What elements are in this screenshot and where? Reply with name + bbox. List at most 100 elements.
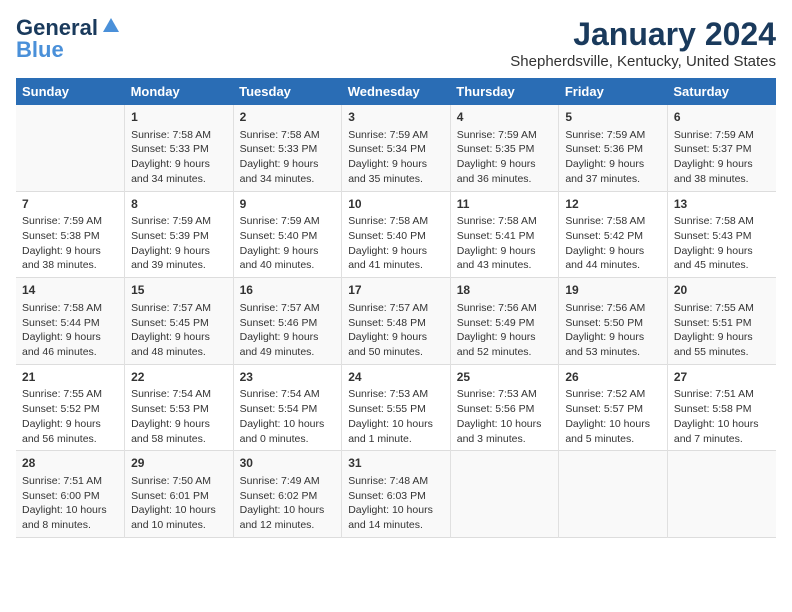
cell-info: and 40 minutes. [240, 258, 336, 273]
cell-info: Sunrise: 7:59 AM [674, 128, 770, 143]
calendar-cell: 20Sunrise: 7:55 AMSunset: 5:51 PMDayligh… [667, 278, 776, 365]
cell-info: Daylight: 9 hours [22, 244, 118, 259]
cell-info: Sunrise: 7:58 AM [674, 214, 770, 229]
cell-info: and 12 minutes. [240, 518, 336, 533]
cell-info: Sunset: 5:46 PM [240, 316, 336, 331]
cell-info: Daylight: 9 hours [674, 244, 770, 259]
cell-info: Daylight: 9 hours [131, 244, 227, 259]
cell-info: Sunrise: 7:58 AM [240, 128, 336, 143]
page-header: General Blue January 2024 Shepherdsville… [16, 16, 776, 70]
cell-info: Sunset: 6:02 PM [240, 489, 336, 504]
cell-info: Daylight: 9 hours [674, 157, 770, 172]
cell-info: Sunset: 5:40 PM [240, 229, 336, 244]
cell-info: and 3 minutes. [457, 432, 553, 447]
calendar-cell: 13Sunrise: 7:58 AMSunset: 5:43 PMDayligh… [667, 191, 776, 278]
calendar-cell: 2Sunrise: 7:58 AMSunset: 5:33 PMDaylight… [233, 105, 342, 191]
day-number: 2 [240, 109, 336, 126]
calendar-cell: 26Sunrise: 7:52 AMSunset: 5:57 PMDayligh… [559, 364, 668, 451]
calendar-cell: 27Sunrise: 7:51 AMSunset: 5:58 PMDayligh… [667, 364, 776, 451]
cell-info: Daylight: 9 hours [348, 330, 444, 345]
calendar-cell: 12Sunrise: 7:58 AMSunset: 5:42 PMDayligh… [559, 191, 668, 278]
cell-info: Daylight: 10 hours [348, 417, 444, 432]
cell-info: Sunset: 5:56 PM [457, 402, 553, 417]
cell-info: Sunrise: 7:59 AM [457, 128, 553, 143]
calendar-cell: 5Sunrise: 7:59 AMSunset: 5:36 PMDaylight… [559, 105, 668, 191]
calendar-cell: 10Sunrise: 7:58 AMSunset: 5:40 PMDayligh… [342, 191, 451, 278]
cell-info: Sunrise: 7:59 AM [240, 214, 336, 229]
cell-info: and 38 minutes. [674, 172, 770, 187]
cell-info: Sunset: 5:39 PM [131, 229, 227, 244]
day-number: 25 [457, 369, 553, 386]
day-number: 23 [240, 369, 336, 386]
day-number: 26 [565, 369, 661, 386]
cell-info: Sunset: 5:38 PM [22, 229, 118, 244]
cell-info: and 48 minutes. [131, 345, 227, 360]
cell-info: and 38 minutes. [22, 258, 118, 273]
calendar-cell: 30Sunrise: 7:49 AMSunset: 6:02 PMDayligh… [233, 451, 342, 538]
day-number: 4 [457, 109, 553, 126]
cell-info: Daylight: 10 hours [131, 503, 227, 518]
cell-info: Sunrise: 7:58 AM [348, 214, 444, 229]
cell-info: Daylight: 10 hours [348, 503, 444, 518]
week-row-4: 21Sunrise: 7:55 AMSunset: 5:52 PMDayligh… [16, 364, 776, 451]
cell-info: Sunset: 5:51 PM [674, 316, 770, 331]
cell-info: and 34 minutes. [240, 172, 336, 187]
location-text: Shepherdsville, Kentucky, United States [510, 53, 776, 70]
day-number: 1 [131, 109, 227, 126]
calendar-cell: 14Sunrise: 7:58 AMSunset: 5:44 PMDayligh… [16, 278, 125, 365]
cell-info: and 0 minutes. [240, 432, 336, 447]
cell-info: Sunrise: 7:53 AM [348, 387, 444, 402]
cell-info: and 5 minutes. [565, 432, 661, 447]
cell-info: Daylight: 10 hours [240, 417, 336, 432]
cell-info: Sunrise: 7:52 AM [565, 387, 661, 402]
calendar-cell [667, 451, 776, 538]
day-number: 11 [457, 196, 553, 213]
day-number: 12 [565, 196, 661, 213]
cell-info: and 35 minutes. [348, 172, 444, 187]
cell-info: Daylight: 9 hours [565, 157, 661, 172]
cell-info: Sunset: 5:35 PM [457, 142, 553, 157]
cell-info: Daylight: 10 hours [22, 503, 118, 518]
cell-info: Sunrise: 7:56 AM [457, 301, 553, 316]
cell-info: and 53 minutes. [565, 345, 661, 360]
week-row-2: 7Sunrise: 7:59 AMSunset: 5:38 PMDaylight… [16, 191, 776, 278]
cell-info: Sunset: 5:58 PM [674, 402, 770, 417]
calendar-cell: 16Sunrise: 7:57 AMSunset: 5:46 PMDayligh… [233, 278, 342, 365]
cell-info: and 41 minutes. [348, 258, 444, 273]
logo-icon [102, 16, 120, 34]
day-number: 28 [22, 455, 118, 472]
cell-info: Sunrise: 7:58 AM [22, 301, 118, 316]
calendar-cell: 15Sunrise: 7:57 AMSunset: 5:45 PMDayligh… [125, 278, 234, 365]
cell-info: Daylight: 10 hours [240, 503, 336, 518]
day-number: 18 [457, 282, 553, 299]
calendar-cell: 9Sunrise: 7:59 AMSunset: 5:40 PMDaylight… [233, 191, 342, 278]
header-tuesday: Tuesday [233, 78, 342, 105]
cell-info: Sunset: 5:40 PM [348, 229, 444, 244]
cell-info: Sunset: 5:43 PM [674, 229, 770, 244]
cell-info: Daylight: 9 hours [240, 330, 336, 345]
cell-info: Sunrise: 7:55 AM [22, 387, 118, 402]
cell-info: Sunset: 5:45 PM [131, 316, 227, 331]
calendar-cell: 6Sunrise: 7:59 AMSunset: 5:37 PMDaylight… [667, 105, 776, 191]
header-sunday: Sunday [16, 78, 125, 105]
day-number: 24 [348, 369, 444, 386]
cell-info: Sunset: 5:36 PM [565, 142, 661, 157]
cell-info: and 58 minutes. [131, 432, 227, 447]
cell-info: and 49 minutes. [240, 345, 336, 360]
cell-info: and 45 minutes. [674, 258, 770, 273]
day-number: 5 [565, 109, 661, 126]
cell-info: Sunrise: 7:54 AM [131, 387, 227, 402]
day-number: 27 [674, 369, 770, 386]
week-row-1: 1Sunrise: 7:58 AMSunset: 5:33 PMDaylight… [16, 105, 776, 191]
calendar-cell: 22Sunrise: 7:54 AMSunset: 5:53 PMDayligh… [125, 364, 234, 451]
cell-info: and 46 minutes. [22, 345, 118, 360]
cell-info: Sunrise: 7:54 AM [240, 387, 336, 402]
cell-info: and 36 minutes. [457, 172, 553, 187]
cell-info: Daylight: 9 hours [348, 157, 444, 172]
cell-info: and 52 minutes. [457, 345, 553, 360]
cell-info: Sunset: 5:37 PM [674, 142, 770, 157]
cell-info: Sunrise: 7:59 AM [131, 214, 227, 229]
cell-info: Sunrise: 7:51 AM [674, 387, 770, 402]
cell-info: and 55 minutes. [674, 345, 770, 360]
header-friday: Friday [559, 78, 668, 105]
